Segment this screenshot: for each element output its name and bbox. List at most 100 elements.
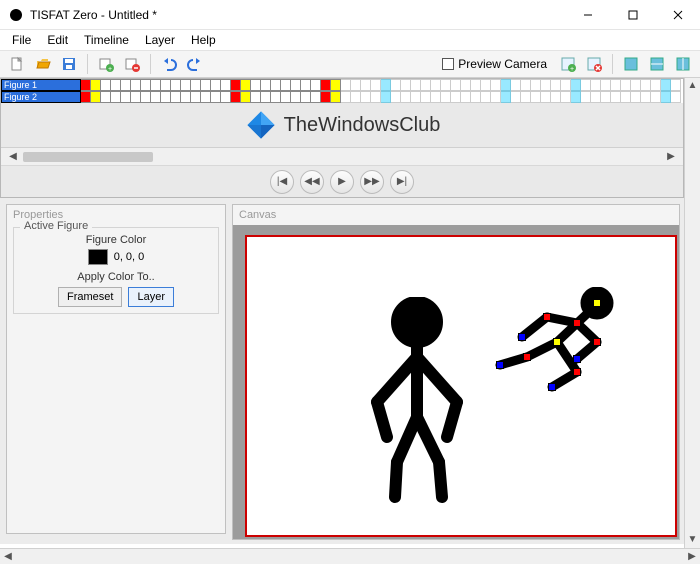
figure-node[interactable] <box>496 361 504 369</box>
timeline-cell[interactable] <box>591 79 601 91</box>
timeline-cell[interactable] <box>441 79 451 91</box>
timeline-cell[interactable] <box>421 79 431 91</box>
stick-figure-1[interactable] <box>357 297 477 507</box>
timeline-cell[interactable] <box>221 79 231 91</box>
timeline-cell[interactable] <box>331 79 341 91</box>
timeline-cell[interactable] <box>531 79 541 91</box>
timeline-cell[interactable] <box>371 91 381 103</box>
timeline-cell[interactable] <box>461 79 471 91</box>
menu-help[interactable]: Help <box>183 31 224 49</box>
timeline-cell[interactable] <box>161 79 171 91</box>
timeline-cell[interactable] <box>631 79 641 91</box>
timeline-cell[interactable] <box>401 79 411 91</box>
timeline-cell[interactable] <box>341 91 351 103</box>
timeline-cell[interactable] <box>291 91 301 103</box>
timeline-cell[interactable] <box>261 79 271 91</box>
timeline-cell[interactable] <box>191 79 201 91</box>
display-toggle-a-button[interactable] <box>620 53 642 75</box>
vertical-scrollbar[interactable]: ▲ ▼ <box>684 78 700 548</box>
timeline-cell[interactable] <box>391 91 401 103</box>
timeline-cell[interactable] <box>301 91 311 103</box>
timeline-cell[interactable] <box>271 91 281 103</box>
timeline-cell[interactable] <box>241 91 251 103</box>
timeline-cell[interactable] <box>101 91 111 103</box>
timeline-cell[interactable] <box>391 79 401 91</box>
timeline-cell[interactable] <box>591 91 601 103</box>
timeline-cell[interactable] <box>321 79 331 91</box>
save-file-button[interactable] <box>58 53 80 75</box>
timeline-cell[interactable] <box>481 91 491 103</box>
figure-node[interactable] <box>573 319 581 327</box>
timeline-cell[interactable] <box>91 79 101 91</box>
timeline-layer-item[interactable]: Figure 2 <box>1 91 81 103</box>
timeline-cell[interactable] <box>281 79 291 91</box>
playback-last-button[interactable]: ▶| <box>390 170 414 194</box>
timeline-cell[interactable] <box>81 91 91 103</box>
playback-play-button[interactable]: ▶ <box>330 170 354 194</box>
timeline-cell[interactable] <box>301 79 311 91</box>
new-file-button[interactable] <box>6 53 28 75</box>
timeline-cell[interactable] <box>131 91 141 103</box>
timeline-layer-item[interactable]: Figure 1 <box>1 79 81 91</box>
timeline-cell[interactable] <box>321 91 331 103</box>
timeline-cell[interactable] <box>221 91 231 103</box>
timeline-cell[interactable] <box>601 79 611 91</box>
timeline-cell[interactable] <box>451 91 461 103</box>
display-toggle-b-button[interactable] <box>646 53 668 75</box>
timeline-cell[interactable] <box>421 91 431 103</box>
timeline-cell[interactable] <box>91 91 101 103</box>
timeline-cell[interactable] <box>121 91 131 103</box>
timeline-cell[interactable] <box>181 91 191 103</box>
timeline-cell[interactable] <box>411 91 421 103</box>
timeline-cell[interactable] <box>561 91 571 103</box>
timeline-cell[interactable] <box>581 79 591 91</box>
timeline-cell[interactable] <box>671 79 681 91</box>
timeline-cell[interactable] <box>151 91 161 103</box>
scroll-right-icon[interactable]: ▶ <box>684 549 700 565</box>
timeline-cell[interactable] <box>111 91 121 103</box>
timeline-cell[interactable] <box>521 79 531 91</box>
timeline-cell[interactable] <box>621 91 631 103</box>
timeline-cell[interactable] <box>141 91 151 103</box>
insert-keyframe-button[interactable]: + <box>95 53 117 75</box>
timeline-cell[interactable] <box>311 79 321 91</box>
timeline-cell[interactable] <box>291 79 301 91</box>
timeline-cell[interactable] <box>471 79 481 91</box>
remove-keyframe-button[interactable] <box>121 53 143 75</box>
timeline-cell[interactable] <box>141 79 151 91</box>
timeline-cell[interactable] <box>401 91 411 103</box>
timeline-cell[interactable] <box>151 79 161 91</box>
timeline-cell[interactable] <box>491 79 501 91</box>
apply-layer-button[interactable]: Layer <box>128 287 174 307</box>
scroll-left-icon[interactable]: ◀ <box>5 151 21 162</box>
undo-button[interactable] <box>158 53 180 75</box>
timeline-cell[interactable] <box>361 91 371 103</box>
timeline-cell[interactable] <box>251 79 261 91</box>
timeline-cell[interactable] <box>131 79 141 91</box>
timeline-cell[interactable] <box>671 91 681 103</box>
timeline-cell[interactable] <box>261 91 271 103</box>
apply-frameset-button[interactable]: Frameset <box>58 287 122 307</box>
timeline-cell[interactable] <box>351 91 361 103</box>
figure-node[interactable] <box>573 368 581 376</box>
timeline-cell[interactable] <box>611 91 621 103</box>
timeline-cell[interactable] <box>81 79 91 91</box>
timeline-cell[interactable] <box>481 79 491 91</box>
timeline-cell[interactable] <box>511 91 521 103</box>
maximize-button[interactable] <box>610 0 655 30</box>
timeline-cell[interactable] <box>371 79 381 91</box>
timeline-cell[interactable] <box>451 79 461 91</box>
delete-layer-button[interactable] <box>583 53 605 75</box>
timeline-cell[interactable] <box>651 79 661 91</box>
timeline-cell[interactable] <box>201 79 211 91</box>
scroll-up-icon[interactable]: ▲ <box>685 78 700 94</box>
stick-figure-2[interactable] <box>482 287 622 407</box>
menu-layer[interactable]: Layer <box>137 31 183 49</box>
timeline-cell[interactable] <box>641 91 651 103</box>
timeline-cell[interactable] <box>551 91 561 103</box>
menu-edit[interactable]: Edit <box>39 31 76 49</box>
close-button[interactable] <box>655 0 700 30</box>
timeline-cell[interactable] <box>251 91 261 103</box>
timeline-cell[interactable] <box>551 79 561 91</box>
scroll-right-icon[interactable]: ▶ <box>663 151 679 162</box>
